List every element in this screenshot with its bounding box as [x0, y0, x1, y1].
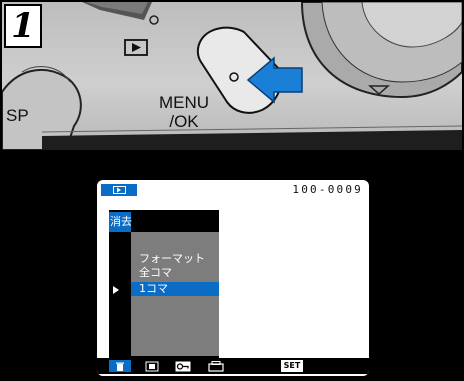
menu-title-text: 消去 — [110, 215, 132, 228]
playback-mode-indicator — [101, 184, 137, 196]
step-number-badge: 1 — [4, 4, 42, 48]
frame-number: 100-0009 — [292, 183, 363, 196]
lcd-bottom-bar: SET — [97, 358, 369, 374]
lcd-panel: 100-0009 消去 フォーマット 全コマ 1コマ SET — [2, 150, 462, 379]
lcd-top-bar: 100-0009 — [97, 183, 369, 196]
set-icon[interactable]: SET — [281, 360, 303, 372]
menu-option-all-frames[interactable]: 全コマ — [131, 266, 219, 280]
menu-ok-label: MENU /OK — [154, 93, 214, 131]
sp-label: SP — [6, 106, 29, 125]
camera-back-illustration: 1 MENU /OK SP — [2, 2, 462, 150]
playback-mode-icon — [112, 186, 126, 194]
menu-ok-label-line2: /OK — [169, 112, 199, 131]
instruction-figure: 1 MENU /OK SP 100-0009 消去 フォーマット 全コマ 1コマ — [0, 0, 464, 381]
menu-title[interactable]: 消去 — [109, 212, 132, 232]
dpof-icon[interactable] — [143, 360, 161, 372]
indicator-dot — [149, 15, 159, 25]
camera-controls-drawing — [2, 2, 462, 150]
menu-ok-label-line1: MENU — [158, 93, 210, 112]
protect-icon[interactable] — [173, 360, 193, 372]
selection-arrow-icon — [113, 286, 119, 294]
print-icon[interactable] — [207, 360, 225, 372]
lcd-edge-strip — [42, 130, 462, 150]
lcd-screen: 100-0009 消去 フォーマット 全コマ 1コマ SET — [97, 180, 369, 376]
menu-option-single-frame[interactable]: 1コマ — [131, 282, 219, 296]
erase-icon[interactable] — [109, 360, 131, 372]
menu-option-format[interactable]: フォーマット — [131, 252, 219, 266]
